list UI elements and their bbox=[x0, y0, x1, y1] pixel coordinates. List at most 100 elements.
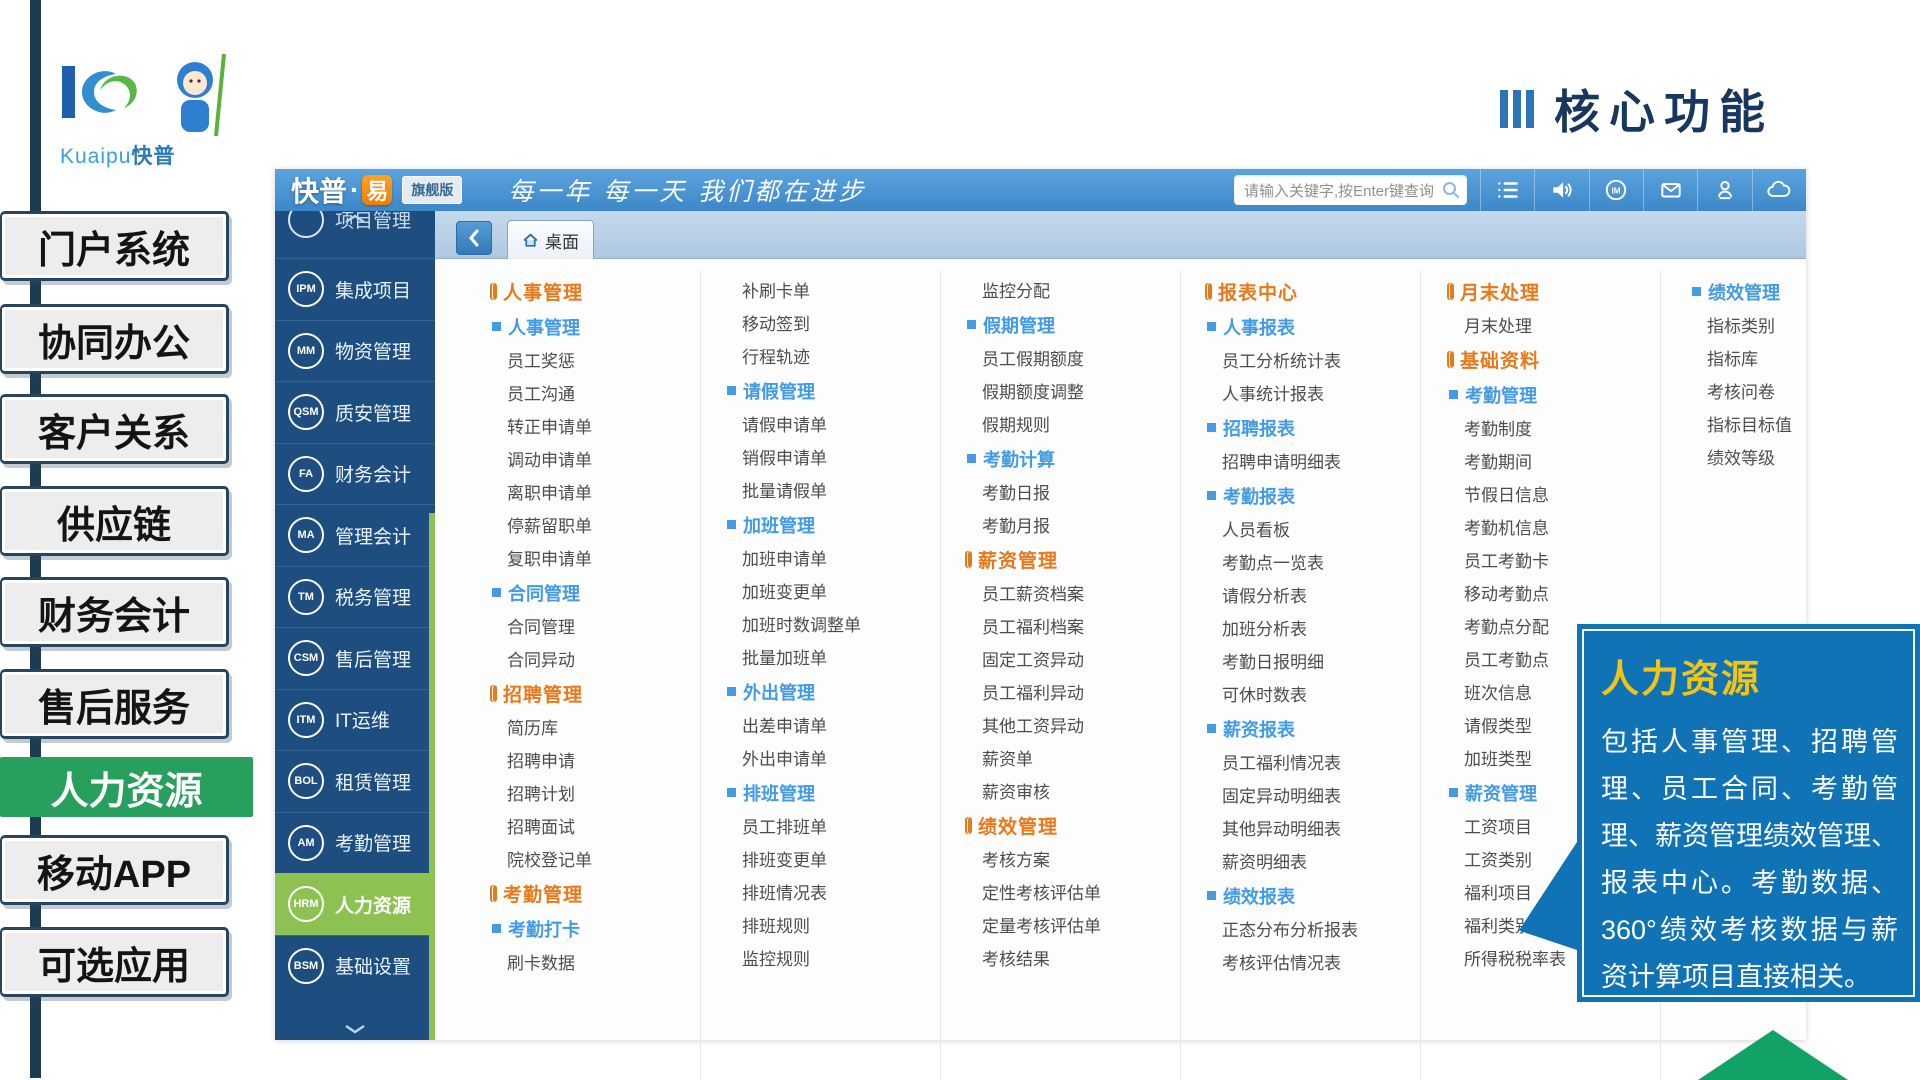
im-icon[interactable]: IM bbox=[1589, 169, 1643, 211]
cloud-icon[interactable] bbox=[1752, 169, 1806, 211]
menu-item[interactable]: 定性考核评估单 bbox=[965, 875, 1195, 908]
menu-item[interactable]: 补刷卡单 bbox=[725, 273, 955, 306]
menu-item[interactable]: 可休时数表 bbox=[1205, 677, 1435, 710]
menu-item[interactable]: 招聘计划 bbox=[490, 776, 720, 809]
menu-item[interactable]: 指标类别 bbox=[1690, 308, 1920, 341]
menu-subsection[interactable]: 假期管理 bbox=[965, 308, 1195, 341]
left-nav-item-2[interactable]: 协同办公 bbox=[0, 304, 229, 374]
menu-subsection[interactable]: 人事报表 bbox=[1205, 310, 1435, 343]
menu-item[interactable]: 移动考勤点 bbox=[1447, 576, 1677, 609]
menu-subsection[interactable]: 外出管理 bbox=[725, 675, 955, 708]
menu-item[interactable]: 简历库 bbox=[490, 710, 720, 743]
menu-subsection[interactable]: 薪资报表 bbox=[1205, 712, 1435, 745]
menu-item[interactable]: 月末处理 bbox=[1447, 308, 1677, 341]
menu-item[interactable]: 指标库 bbox=[1690, 341, 1920, 374]
menu-item[interactable]: 批量加班单 bbox=[725, 640, 955, 673]
menu-item[interactable]: 假期额度调整 bbox=[965, 374, 1195, 407]
menu-item[interactable]: 考核问卷 bbox=[1690, 374, 1920, 407]
left-nav-item-7[interactable]: 人力资源 bbox=[0, 757, 253, 817]
left-nav-item-1[interactable]: 门户系统 bbox=[0, 211, 229, 281]
menu-item[interactable]: 请假申请单 bbox=[725, 407, 955, 440]
left-nav-item-3[interactable]: 客户关系 bbox=[0, 394, 229, 464]
menu-subsection[interactable]: 加班管理 bbox=[725, 508, 955, 541]
menu-subsection[interactable]: 考勤管理 bbox=[1447, 378, 1677, 411]
menu-item[interactable]: 批量请假单 bbox=[725, 473, 955, 506]
menu-item[interactable]: 监控规则 bbox=[725, 941, 955, 974]
speaker-icon[interactable] bbox=[1534, 169, 1588, 211]
menu-item[interactable]: 员工分析统计表 bbox=[1205, 343, 1435, 376]
menu-item[interactable]: 员工假期额度 bbox=[965, 341, 1195, 374]
menu-subsection[interactable]: 招聘报表 bbox=[1205, 411, 1435, 444]
menu-item[interactable]: 绩效等级 bbox=[1690, 440, 1920, 473]
menu-item[interactable]: 薪资审核 bbox=[965, 774, 1195, 807]
left-nav-item-6[interactable]: 售后服务 bbox=[0, 669, 229, 739]
menu-item[interactable]: 指标目标值 bbox=[1690, 407, 1920, 440]
module-sidebar-scroll-indicator[interactable] bbox=[429, 513, 435, 1040]
menu-item[interactable]: 考核方案 bbox=[965, 842, 1195, 875]
module-item-MM[interactable]: MM物资管理 bbox=[275, 320, 435, 382]
menu-item[interactable]: 考勤日报 bbox=[965, 475, 1195, 508]
menu-item[interactable]: 排班情况表 bbox=[725, 875, 955, 908]
module-item-BOL[interactable]: BOL租赁管理 bbox=[275, 750, 435, 812]
menu-item[interactable]: 合同管理 bbox=[490, 609, 720, 642]
menu-item[interactable]: 转正申请单 bbox=[490, 409, 720, 442]
search-input[interactable] bbox=[1242, 175, 1436, 207]
menu-item[interactable]: 员工福利档案 bbox=[965, 609, 1195, 642]
module-item-MA[interactable]: MA管理会计 bbox=[275, 504, 435, 566]
menu-subsection[interactable]: 排班管理 bbox=[725, 776, 955, 809]
menu-item[interactable]: 离职申请单 bbox=[490, 475, 720, 508]
menu-subsection[interactable]: 考勤打卡 bbox=[490, 912, 720, 945]
menu-subsection[interactable]: 请假管理 bbox=[725, 374, 955, 407]
menu-item[interactable]: 固定异动明细表 bbox=[1205, 778, 1435, 811]
menu-subsection[interactable]: 合同管理 bbox=[490, 576, 720, 609]
menu-item[interactable]: 销假申请单 bbox=[725, 440, 955, 473]
menu-item[interactable]: 其他工资异动 bbox=[965, 708, 1195, 741]
module-item-ITM[interactable]: ITMIT运维 bbox=[275, 689, 435, 751]
module-item-TM[interactable]: TM税务管理 bbox=[275, 566, 435, 628]
back-button[interactable] bbox=[456, 221, 492, 255]
menu-item[interactable]: 院校登记单 bbox=[490, 842, 720, 875]
module-item-HRM[interactable]: HRM人力资源 bbox=[275, 873, 435, 935]
menu-item[interactable]: 人员看板 bbox=[1205, 512, 1435, 545]
menu-item[interactable]: 考勤期间 bbox=[1447, 444, 1677, 477]
menu-item[interactable]: 考勤点一览表 bbox=[1205, 545, 1435, 578]
menu-item[interactable]: 员工薪资档案 bbox=[965, 576, 1195, 609]
menu-item[interactable]: 调动申请单 bbox=[490, 442, 720, 475]
menu-item[interactable]: 定量考核评估单 bbox=[965, 908, 1195, 941]
menu-item[interactable]: 考核结果 bbox=[965, 941, 1195, 974]
menu-item[interactable]: 考核评估情况表 bbox=[1205, 945, 1435, 978]
module-item-CSM[interactable]: CSM售后管理 bbox=[275, 627, 435, 689]
menu-item[interactable]: 节假日信息 bbox=[1447, 477, 1677, 510]
menu-item[interactable]: 假期规则 bbox=[965, 407, 1195, 440]
module-item-BSM[interactable]: BSM基础设置 bbox=[275, 935, 435, 997]
menu-item[interactable]: 员工排班单 bbox=[725, 809, 955, 842]
menu-item[interactable]: 刷卡数据 bbox=[490, 945, 720, 978]
menu-item[interactable]: 考勤制度 bbox=[1447, 411, 1677, 444]
menu-item[interactable]: 外出申请单 bbox=[725, 741, 955, 774]
left-nav-item-5[interactable]: 财务会计 bbox=[0, 577, 229, 647]
left-nav-item-9[interactable]: 可选应用 bbox=[0, 927, 229, 997]
menu-item[interactable]: 监控分配 bbox=[965, 273, 1195, 306]
menu-item[interactable]: 合同异动 bbox=[490, 642, 720, 675]
menu-item[interactable]: 员工沟通 bbox=[490, 376, 720, 409]
menu-item[interactable]: 招聘申请明细表 bbox=[1205, 444, 1435, 477]
module-scroll-down-icon[interactable] bbox=[275, 1024, 435, 1034]
left-nav-item-8[interactable]: 移动APP bbox=[0, 835, 229, 905]
menu-item[interactable]: 加班变更单 bbox=[725, 574, 955, 607]
search-icon[interactable] bbox=[1441, 180, 1461, 205]
tab-desktop[interactable]: 桌面 bbox=[507, 220, 594, 259]
menu-item[interactable]: 薪资单 bbox=[965, 741, 1195, 774]
menu-item[interactable]: 排班变更单 bbox=[725, 842, 955, 875]
menu-item[interactable]: 停薪留职单 bbox=[490, 508, 720, 541]
menu-item[interactable]: 出差申请单 bbox=[725, 708, 955, 741]
mail-icon[interactable] bbox=[1643, 169, 1697, 211]
menu-item[interactable]: 考勤月报 bbox=[965, 508, 1195, 541]
menu-item[interactable]: 员工福利异动 bbox=[965, 675, 1195, 708]
menu-item[interactable]: 加班分析表 bbox=[1205, 611, 1435, 644]
menu-subsection[interactable]: 绩效报表 bbox=[1205, 879, 1435, 912]
menu-list-icon[interactable] bbox=[1480, 169, 1534, 211]
module-item-QSM[interactable]: QSM质安管理 bbox=[275, 381, 435, 443]
menu-item[interactable]: 人事统计报表 bbox=[1205, 376, 1435, 409]
menu-item[interactable]: 考勤日报明细 bbox=[1205, 644, 1435, 677]
menu-item[interactable]: 员工奖惩 bbox=[490, 343, 720, 376]
